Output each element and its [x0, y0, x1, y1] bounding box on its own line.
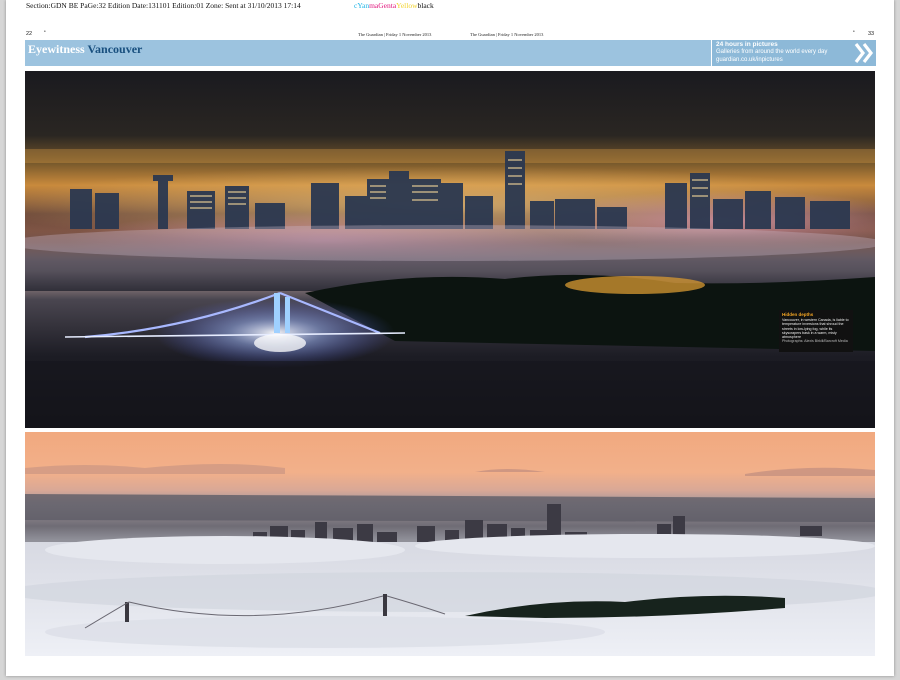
color-plate-marks: cYanmaGentaYellowblack [354, 1, 434, 10]
double-chevron-right-icon[interactable] [854, 42, 874, 64]
plate-magenta: maGenta [369, 1, 397, 10]
press-slug: Section:GDN BE PaGe:32 Edition Date:1311… [26, 1, 301, 10]
page-number-right: 33 [868, 31, 875, 37]
section-banner: Eyewitness Vancouver 24 hours in picture… [25, 40, 876, 66]
photo-caption: Hidden depths Vancouver, in western Cana… [779, 310, 853, 352]
kicker-place: Vancouver [87, 42, 143, 56]
folio-bullet-left: • [44, 30, 46, 35]
caption-body: Vancouver, in western Canada, is liable … [782, 318, 849, 340]
photo-dusk-fog [25, 432, 875, 656]
dateline-left: The Guardian | Friday 1 November 2013 [358, 32, 432, 37]
gallery-promo[interactable]: 24 hours in pictures Galleries from arou… [711, 40, 876, 66]
plate-cyan: cYan [354, 1, 370, 10]
photo-night-skyline [25, 71, 875, 428]
dateline-right: The Guardian | Friday 1 November 2013 [470, 32, 544, 37]
plate-black: black [417, 1, 434, 10]
promo-title: 24 hours in pictures [716, 41, 778, 48]
plate-yellow: Yellow [396, 1, 418, 10]
caption-credit: Photographs: Alexis Birkill/Barcroft Med… [782, 339, 848, 344]
section-kicker: Eyewitness Vancouver [28, 42, 142, 57]
caption-head: Hidden depths [782, 312, 814, 317]
night-skyline-image [25, 71, 875, 428]
promo-url[interactable]: guardian.co.uk/inpictures [716, 57, 783, 63]
page-number-left: 22 [26, 31, 33, 37]
folio-bullet-right: • [853, 30, 855, 35]
kicker-eyewitness: Eyewitness [28, 42, 85, 56]
newspaper-page: Section:GDN BE PaGe:32 Edition Date:1311… [6, 0, 894, 676]
dusk-fog-image [25, 432, 875, 656]
promo-text: Galleries from around the world every da… [716, 49, 828, 55]
